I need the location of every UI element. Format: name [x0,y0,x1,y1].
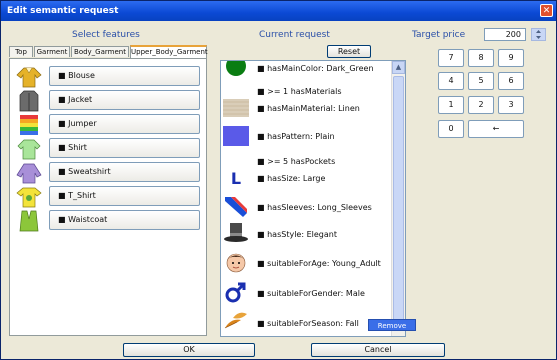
feature-shirt-button[interactable]: ■ Shirt [49,138,200,158]
feature-blouse-button[interactable]: ■ Blouse [49,66,200,86]
feature-label: Jacket [68,95,93,104]
feature-label: Blouse [68,71,95,80]
request-text: ■ hasStyle: Elegant [257,230,337,239]
male-symbol-icon [225,282,246,303]
feature-label: Waistcoat [68,215,108,224]
feature-row: ■ Blouse [16,65,204,89]
feature-sweatshirt-button[interactable]: ■ Sweatshirt [49,162,200,182]
current-request-list[interactable]: ■ hasMainColor: Dark_Green ■ >= 1 hasMat… [220,60,406,337]
keypad-6-button[interactable]: 6 [498,72,524,90]
waistcoat-icon [19,210,39,232]
bullet: ■ [58,143,66,152]
select-features-header: Select features [72,30,140,40]
request-list-scrollbar[interactable]: ▲ [391,61,405,336]
target-price-label: Target price [412,30,466,40]
request-text: ■ suitableForGender: Male [257,289,365,298]
request-text: ■ suitableForSeason: Fall [257,319,359,328]
feature-t-shirt-button[interactable]: ■ T_Shirt [49,186,200,206]
blouse-icon [16,67,42,88]
keypad-3-button[interactable]: 3 [498,96,524,114]
target-price-input[interactable]: 200 [484,28,526,41]
keypad-9-button[interactable]: 9 [498,49,524,67]
keypad-4-button[interactable]: 4 [438,72,464,90]
keypad-2-button[interactable]: 2 [468,96,494,114]
keypad-1-button[interactable]: 1 [438,96,464,114]
green-circle-icon [226,61,246,76]
remove-menu-item[interactable]: Remove [368,319,416,331]
scroll-thumb[interactable] [393,76,404,331]
bullet: ■ [58,191,66,200]
shirt-icon [17,139,41,160]
feature-label: T_Shirt [68,191,96,200]
request-text: ■ hasMainColor: Dark_Green [257,64,374,73]
request-text: ■ hasPattern: Plain [257,132,335,141]
tab-top[interactable]: Top [9,46,33,57]
jumper-icon [20,115,38,135]
top-hat-icon [224,223,248,242]
title-bar: Edit semantic request ✕ [1,1,556,21]
feature-jacket-button[interactable]: ■ Jacket [49,90,200,110]
request-text: ■ hasMainMaterial: Linen [257,104,360,113]
feature-row: ■ Waistcoat [16,209,204,233]
feature-row: ■ Jumper [16,113,204,137]
bullet: ■ [58,119,66,128]
keypad-7-button[interactable]: 7 [438,49,464,67]
request-text: ■ suitableForAge: Young_Adult [257,259,381,268]
current-request-header: Current request [259,30,330,40]
linen-texture-icon [223,99,249,117]
tab-upper-body-garment[interactable]: Upper_Body_Garment [130,45,208,58]
plain-pattern-icon [223,126,249,146]
request-text: ■ hasSize: Large [257,174,326,183]
fall-leaves-icon [224,312,247,329]
request-text: ■ >= 1 hasMaterials [257,87,342,96]
cancel-button[interactable]: Cancel [311,343,445,357]
ok-button[interactable]: OK [123,343,255,357]
jacket-icon [19,90,39,112]
feature-row: ■ Jacket [16,89,204,113]
feature-row: ■ T_Shirt [16,185,204,209]
scroll-up-button[interactable]: ▲ [392,61,405,74]
bullet: ■ [58,167,66,176]
edit-semantic-request-window: Edit semantic request ✕ Select features … [0,0,557,360]
reset-button[interactable]: Reset [327,45,371,58]
keypad-8-button[interactable]: 8 [468,49,494,67]
request-text: ■ >= 5 hasPockets [257,157,336,166]
feature-row: ■ Sweatshirt [16,161,204,185]
long-sleeves-icon [225,197,247,217]
feature-row: ■ Shirt [16,137,204,161]
tab-garment[interactable]: Garment [34,46,70,57]
feature-jumper-button[interactable]: ■ Jumper [49,114,200,134]
request-text: ■ hasSleeves: Long_Sleeves [257,203,372,212]
close-button[interactable]: ✕ [540,4,553,17]
feature-label: Shirt [68,143,87,152]
bullet: ■ [58,215,66,224]
tab-body-garment[interactable]: Body_Garment [71,46,129,57]
size-l-icon: L [230,169,242,188]
keypad-5-button[interactable]: 5 [468,72,494,90]
keypad-backspace-button[interactable]: ← [468,120,524,138]
spinner-arrows-icon [536,30,541,39]
window-title: Edit semantic request [7,6,119,16]
young-adult-face-icon [226,253,246,273]
sweatshirt-icon [16,163,42,184]
feature-label: Sweatshirt [68,167,111,176]
feature-label: Jumper [68,119,97,128]
t-shirt-icon [16,187,42,208]
bullet: ■ [58,95,66,104]
feature-waistcoat-button[interactable]: ■ Waistcoat [49,210,200,230]
bullet: ■ [58,71,66,80]
features-panel: ■ Blouse ■ Jacket ■ Jumper ■ Shirt ■ Swe… [9,58,207,336]
keypad-0-button[interactable]: 0 [438,120,464,138]
price-spinner[interactable] [531,28,546,41]
